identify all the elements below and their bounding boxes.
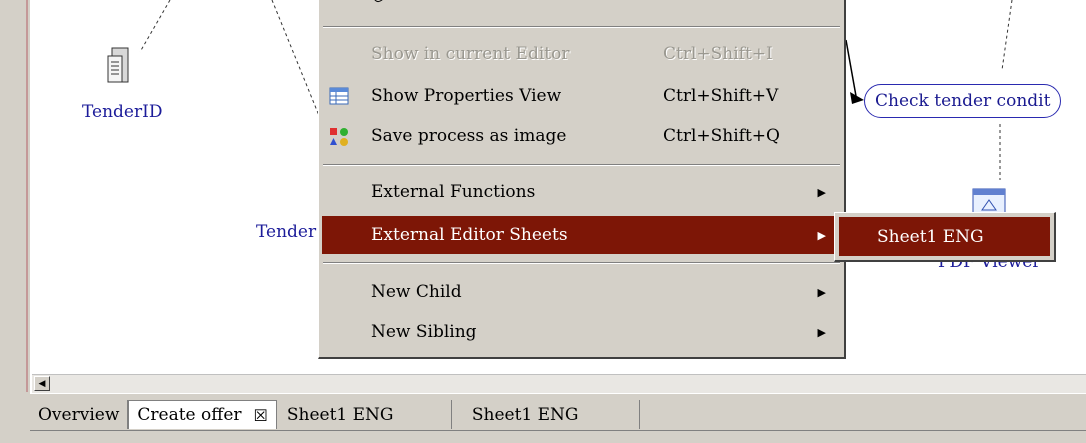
- tab-label: Sheet1 ENG: [286, 404, 394, 425]
- tab-label: Sheet1 ENG: [471, 404, 579, 425]
- tender-partial-label[interactable]: Tender: [256, 222, 316, 242]
- tab-sheet1-eng[interactable]: Sheet1 ENG: [277, 400, 452, 429]
- properties-table-icon: [329, 87, 349, 105]
- submenu-arrow-icon: ▶: [817, 325, 826, 339]
- close-icon[interactable]: ☒: [254, 406, 268, 425]
- frame-border: [26, 0, 28, 392]
- menu-separator: [323, 262, 840, 264]
- tab-label: Create offer: [137, 405, 242, 425]
- left-frame: [0, 0, 30, 443]
- menu-item-label: External Functions: [371, 182, 536, 202]
- menu-item-show-in-current-editor[interactable]: Show in current Editor Ctrl+Shift+I: [319, 36, 844, 72]
- scroll-left-icon[interactable]: ◀: [34, 376, 50, 391]
- menu-item-external-functions[interactable]: External Functions ▶: [319, 174, 844, 210]
- tab-bar-divider: [30, 430, 1086, 431]
- submenu-arrow-icon: ▶: [817, 185, 826, 199]
- submenu-item-sheet1-eng[interactable]: Sheet1 ENG: [839, 217, 1050, 256]
- menu-item-new-child[interactable]: New Child ▶: [319, 274, 844, 310]
- context-menu: Show in current Editor Ctrl+Shift+I Show…: [318, 0, 846, 359]
- menu-item-show-properties-view[interactable]: Show Properties View Ctrl+Shift+V: [319, 78, 844, 114]
- menu-separator: [323, 164, 840, 166]
- tab-sheet1-eng-2[interactable]: Sheet1 ENG: [452, 400, 640, 429]
- editor-tab-bar: Overview Create offer ☒ Sheet1 ENG Sheet…: [30, 394, 1086, 443]
- menu-item-label: New Sibling: [371, 322, 477, 342]
- menu-item-shortcut: Ctrl+Shift+I: [663, 44, 773, 64]
- menu-separator: [323, 26, 840, 28]
- menu-item-new-sibling[interactable]: New Sibling ▶: [319, 314, 844, 350]
- tender-id-label[interactable]: TenderID: [82, 102, 162, 122]
- check-tender-node[interactable]: Check tender condit: [864, 84, 1062, 118]
- database-icon[interactable]: [106, 46, 132, 90]
- menu-item-save-process-as-image[interactable]: Save process as image Ctrl+Shift+Q: [319, 118, 844, 154]
- tab-overview[interactable]: Overview: [30, 400, 129, 429]
- menu-item-external-editor-sheets[interactable]: External Editor Sheets ▶: [322, 216, 841, 254]
- clipped-menu-item: [371, 0, 397, 6]
- external-editor-sheets-submenu: Sheet1 ENG: [834, 212, 1056, 262]
- tab-create-offer[interactable]: Create offer ☒: [128, 400, 277, 429]
- horizontal-scrollbar[interactable]: ◀: [32, 374, 1086, 393]
- menu-item-label: Show Properties View: [371, 86, 562, 106]
- submenu-arrow-icon: ▶: [817, 285, 826, 299]
- menu-item-label: Save process as image: [371, 126, 567, 146]
- tab-label: Overview: [38, 404, 120, 425]
- menu-item-shortcut: Ctrl+Shift+V: [663, 86, 779, 106]
- menu-item-label: External Editor Sheets: [371, 225, 568, 245]
- shapes-image-icon: [329, 127, 349, 146]
- menu-item-shortcut: Ctrl+Shift+Q: [663, 126, 780, 146]
- menu-item-label: New Child: [371, 282, 462, 302]
- submenu-arrow-icon: ▶: [817, 228, 826, 242]
- menu-item-label: Show in current Editor: [371, 44, 570, 64]
